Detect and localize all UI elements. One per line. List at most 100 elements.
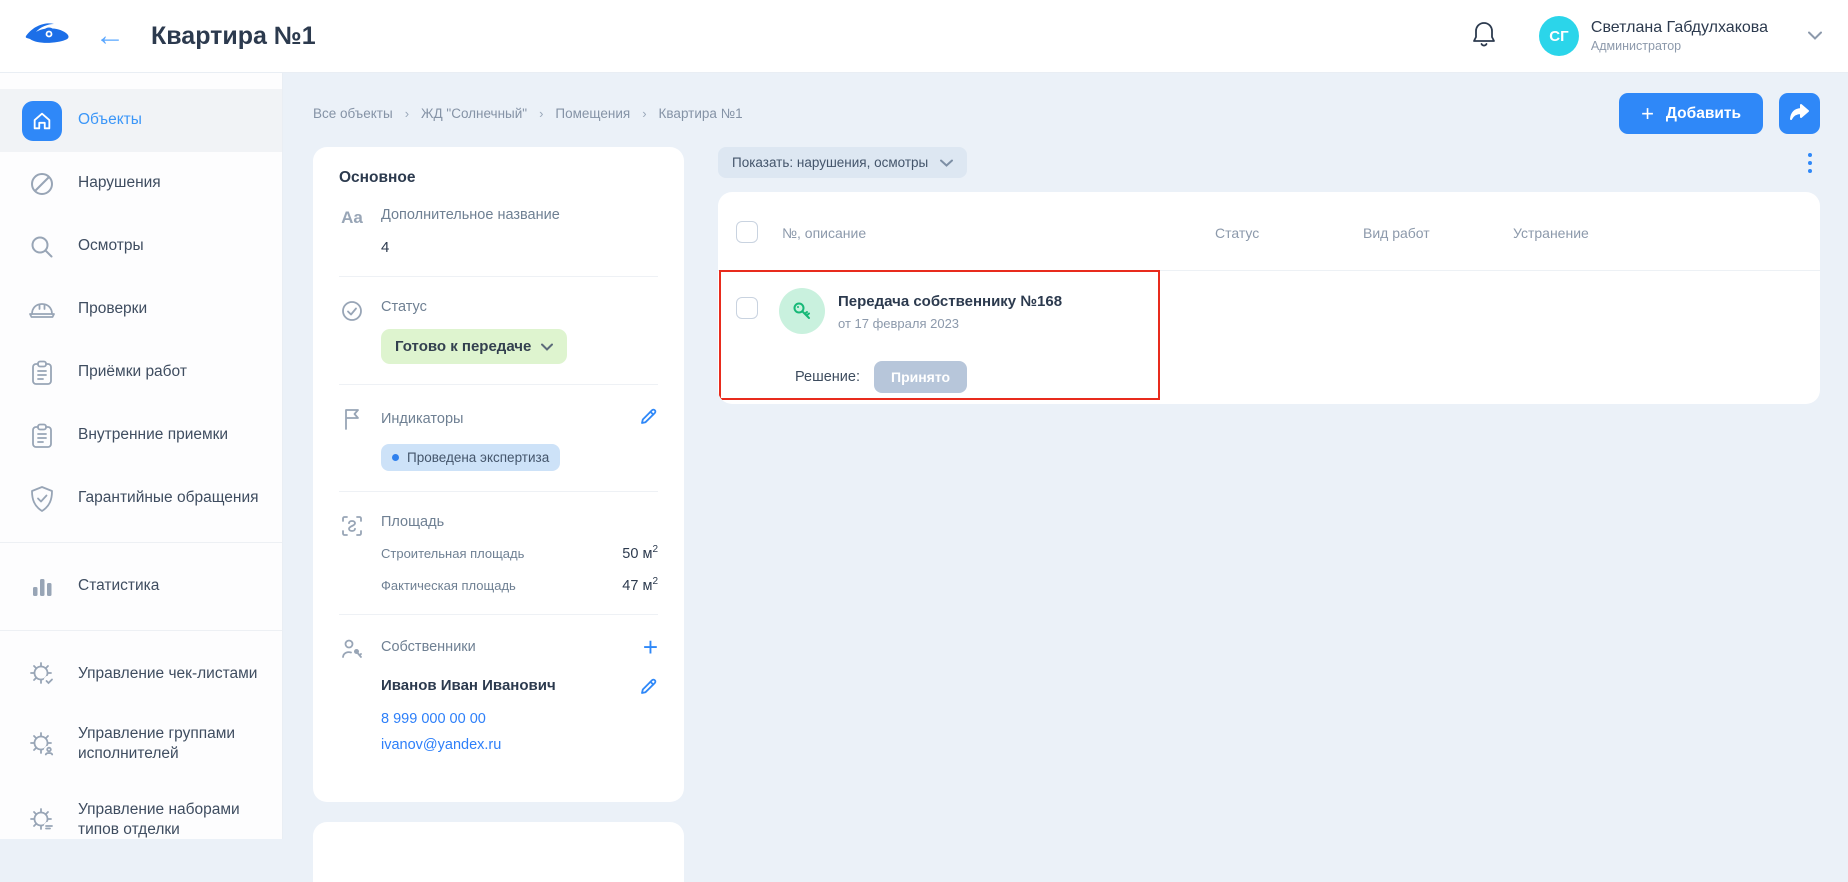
edit-owner-pencil-icon[interactable] [639,677,658,701]
sidebar-item-work-acceptance[interactable]: Приёмки работ [0,341,282,404]
column-header-work-type: Вид работ [1363,225,1430,241]
owner-phone-link[interactable]: 8 999 000 00 00 [381,711,658,727]
table-row[interactable]: Передача собственнику №168 от 17 февраля… [718,271,1820,403]
clipboard-icon [22,353,62,393]
divider [339,491,658,492]
user-name: Светлана Габдулхакова [1591,19,1768,37]
user-avatar[interactable]: СГ [1539,16,1579,56]
field-label: Индикаторы [381,411,463,427]
share-button[interactable] [1779,93,1820,134]
shield-check-icon [22,479,62,519]
top-header: ← Квартира №1 СГ Светлана Габдулхакова А… [0,0,1848,73]
notifications-bell-icon[interactable] [1471,20,1497,53]
decision-status-badge: Принято [874,361,967,393]
main-content: Все объекты › ЖД "Солнечный" › Помещения… [283,73,1848,839]
add-button[interactable]: + Добавить [1619,93,1763,134]
breadcrumb-separator: › [642,106,646,121]
breadcrumb-separator: › [539,106,543,121]
clipboard-icon [22,416,62,456]
user-role: Администратор [1591,39,1768,53]
divider [339,276,658,277]
hardhat-icon [22,290,62,330]
text-aa-icon: Aa [339,207,365,256]
indicator-badge: Проведена экспертиза [381,444,560,471]
sidebar-item-label: Внутренние приемки [78,425,228,445]
home-icon [22,101,62,141]
indicator-dot-icon [392,454,399,461]
sidebar-divider [0,630,282,631]
breadcrumb-separator: › [405,106,409,121]
field-label: Собственники [381,639,476,655]
sidebar-item-objects[interactable]: Объекты [0,89,282,152]
prohibition-icon [22,164,62,204]
add-owner-plus-icon[interactable]: + [643,637,658,657]
area-row-label: Строительная площадь [381,546,524,561]
key-transfer-icon [779,288,825,334]
table-header-row: №, описание Статус Вид работ Устранение [718,192,1820,271]
owner-name: Иванов Иван Иванович [381,677,556,694]
chevron-down-icon[interactable] [1808,27,1822,45]
status-value: Готово к передаче [395,338,531,355]
owner-email-link[interactable]: ivanov@yandex.ru [381,737,658,753]
sidebar-item-label: Приёмки работ [78,362,187,382]
gear-person-icon [22,724,62,764]
field-area: Площадь Строительная площадь 50 м2 Факти… [339,514,658,594]
field-label: Дополнительное название [381,207,658,223]
check-circle-icon [339,299,365,364]
sidebar-item-checks[interactable]: Проверки [0,278,282,341]
page-title: Квартира №1 [151,22,316,51]
row-date: от 17 февраля 2023 [838,316,959,331]
sidebar-item-finish-type-sets[interactable]: Управление наборами типов отделки [0,782,282,858]
sidebar-item-label: Статистика [78,576,159,596]
select-all-checkbox[interactable] [736,221,758,243]
gear-set-icon [22,800,62,840]
app-logo[interactable] [0,19,95,54]
breadcrumb-building[interactable]: ЖД "Солнечный" [421,106,527,121]
field-value: 4 [381,239,658,256]
breadcrumb-premises[interactable]: Помещения [555,106,630,121]
sidebar-item-statistics[interactable]: Статистика [0,555,282,618]
field-owners: Собственники + Иванов Иван Иванович 8 [339,637,658,753]
divider [339,384,658,385]
object-info-card: Основное Aa Дополнительное название 4 [313,147,684,802]
sidebar-item-label: Управление группами исполнителей [78,724,264,764]
area-row-label: Фактическая площадь [381,578,516,593]
sidebar-item-label: Осмотры [78,236,144,256]
next-card-partial [313,822,684,882]
field-indicators: Индикаторы Проведена экспертиза [339,407,658,471]
sidebar-item-violations[interactable]: Нарушения [0,152,282,215]
field-label: Статус [381,299,658,315]
area-s-icon [339,514,365,594]
row-decision: Решение: Принято [795,361,967,393]
area-row-value: 47 м2 [622,576,658,594]
field-status: Статус Готово к передаче [339,299,658,364]
chevron-down-icon [541,343,553,351]
sidebar-item-internal-acceptance[interactable]: Внутренние приемки [0,404,282,467]
row-title[interactable]: Передача собственнику №168 [838,293,1062,310]
eye-logo-icon [24,19,72,54]
status-dropdown[interactable]: Готово к передаче [381,329,567,364]
user-info: Светлана Габдулхакова Администратор [1591,19,1768,53]
area-row-construction: Строительная площадь 50 м2 [381,544,658,562]
column-header-remediation: Устранение [1513,225,1589,241]
sidebar-item-label: Проверки [78,299,147,319]
divider [339,614,658,615]
sidebar-item-label: Управление наборами типов отделки [78,800,264,840]
row-checkbox[interactable] [736,297,758,319]
sidebar-item-executor-groups[interactable]: Управление группами исполнителей [0,706,282,782]
area-row-actual: Фактическая площадь 47 м2 [381,576,658,594]
breadcrumb-all-objects[interactable]: Все объекты [313,106,393,121]
sidebar-divider [0,542,282,543]
plus-icon: + [1641,103,1654,125]
bar-chart-icon [22,567,62,607]
sidebar-item-checklists[interactable]: Управление чек-листами [0,643,282,706]
more-options-kebab-icon[interactable] [1800,149,1820,177]
back-button[interactable]: ← [95,21,141,51]
column-header-description: №, описание [782,225,866,241]
edit-indicators-pencil-icon[interactable] [639,407,658,431]
sidebar-item-label: Гарантийные обращения [78,488,259,508]
filter-dropdown[interactable]: Показать: нарушения, осмотры [718,147,967,178]
sidebar-item-inspections[interactable]: Осмотры [0,215,282,278]
sidebar-item-warranty[interactable]: Гарантийные обращения [0,467,282,530]
field-extra-name: Aa Дополнительное название 4 [339,207,658,256]
